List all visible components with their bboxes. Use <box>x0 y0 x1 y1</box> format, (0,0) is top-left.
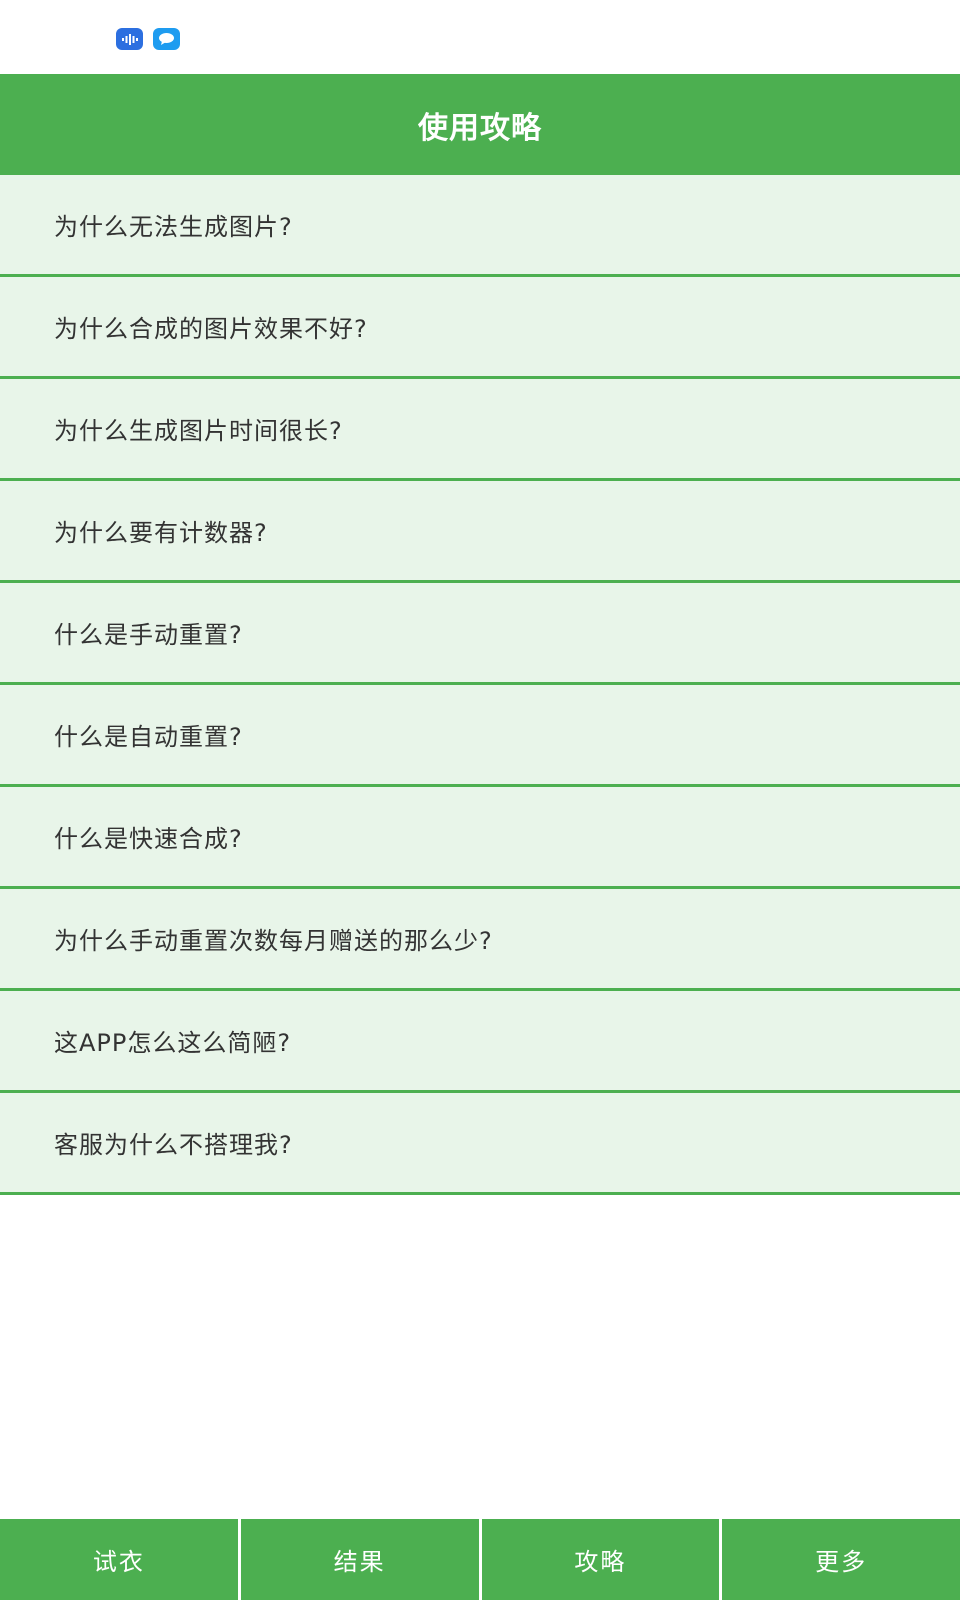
faq-item[interactable]: 什么是快速合成? <box>0 787 960 889</box>
tab-results[interactable]: 结果 <box>240 1519 479 1600</box>
faq-item[interactable]: 为什么要有计数器? <box>0 481 960 583</box>
header: 使用攻略 <box>0 74 960 175</box>
faq-item[interactable]: 为什么合成的图片效果不好? <box>0 277 960 379</box>
tab-more[interactable]: 更多 <box>722 1519 960 1600</box>
faq-item[interactable]: 这APP怎么这么简陋? <box>0 991 960 1093</box>
faq-item[interactable]: 为什么手动重置次数每月赠送的那么少? <box>0 889 960 991</box>
page-title: 使用攻略 <box>418 110 542 146</box>
faq-item[interactable]: 什么是手动重置? <box>0 583 960 685</box>
faq-list: 为什么无法生成图片? 为什么合成的图片效果不好? 为什么生成图片时间很长? 为什… <box>0 175 960 1195</box>
tab-try-on[interactable]: 试衣 <box>0 1519 238 1600</box>
faq-item[interactable]: 客服为什么不搭理我? <box>0 1093 960 1195</box>
chat-bubble-icon <box>153 28 180 50</box>
status-bar <box>0 0 960 74</box>
faq-item[interactable]: 为什么无法生成图片? <box>0 175 960 277</box>
bottom-nav: 试衣 结果 攻略 更多 <box>0 1519 960 1600</box>
faq-item[interactable]: 什么是自动重置? <box>0 685 960 787</box>
voice-icon <box>116 28 143 50</box>
tab-guide[interactable]: 攻略 <box>481 1519 720 1600</box>
faq-item[interactable]: 为什么生成图片时间很长? <box>0 379 960 481</box>
